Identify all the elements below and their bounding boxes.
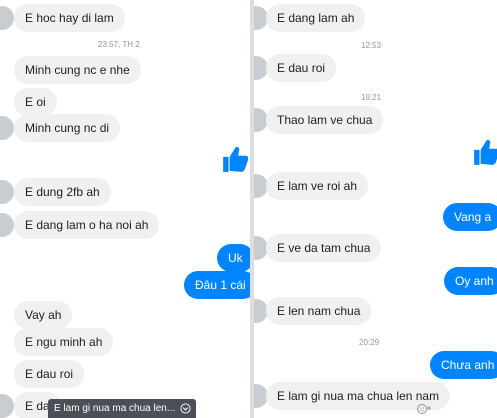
timestamp: 19:21 (361, 93, 382, 102)
avatar[interactable] (0, 180, 14, 204)
outgoing-message[interactable]: Uk (217, 244, 250, 272)
incoming-message[interactable]: Minh cung nc e nhe (14, 56, 141, 84)
incoming-message[interactable]: E ngu minh ah (14, 328, 114, 356)
avatar[interactable] (0, 213, 14, 237)
outgoing-message[interactable]: Đâu 1 cái (184, 271, 250, 299)
incoming-message[interactable]: E oi (14, 88, 57, 116)
timestamp: 20:29 (359, 338, 380, 347)
message-preview-tooltip: E lam gi nua ma chua len... (48, 399, 196, 418)
avatar[interactable] (0, 6, 14, 30)
outgoing-message[interactable]: Vang a (443, 203, 497, 231)
thumbs-up-icon[interactable] (473, 138, 497, 166)
incoming-message[interactable]: E lam ve roi ah (266, 172, 369, 200)
outgoing-message[interactable]: Chưa anh (430, 351, 497, 379)
timestamp: 12:53 (361, 41, 382, 50)
outgoing-message[interactable]: Oy anh (444, 267, 497, 295)
add-reaction-icon[interactable] (416, 403, 432, 415)
timestamp: 23:57, TH 2 (98, 40, 140, 49)
incoming-message[interactable]: E len nam chua (266, 297, 372, 325)
incoming-message[interactable]: Minh cung nc di (14, 114, 121, 142)
avatar[interactable] (0, 394, 14, 418)
incoming-message[interactable]: E hoc hay di lam (14, 4, 125, 32)
incoming-message[interactable]: E ve da tam chua (266, 234, 382, 262)
incoming-message[interactable]: E dau roi (14, 360, 85, 388)
incoming-message[interactable]: E dung 2fb ah (14, 178, 111, 206)
avatar[interactable] (0, 116, 14, 140)
incoming-message[interactable]: E dang lam ah (266, 4, 366, 32)
incoming-message[interactable]: E dang lam o ha noi ah (14, 211, 160, 239)
left-conversation-panel: E hoc hay di lam 23:57, TH 2 Minh cung n… (0, 0, 250, 418)
incoming-message[interactable]: Vay ah (14, 301, 73, 329)
chevron-down-icon[interactable] (180, 403, 191, 414)
incoming-message[interactable]: Thao lam ve chua (266, 106, 384, 134)
right-conversation-panel: E dang lam ah 12:53 E dau roi 19:21 Thao… (254, 0, 497, 418)
thumbs-up-icon[interactable] (222, 145, 248, 173)
tooltip-text: E lam gi nua ma chua len... (54, 403, 176, 414)
incoming-message[interactable]: E dau roi (266, 54, 337, 82)
